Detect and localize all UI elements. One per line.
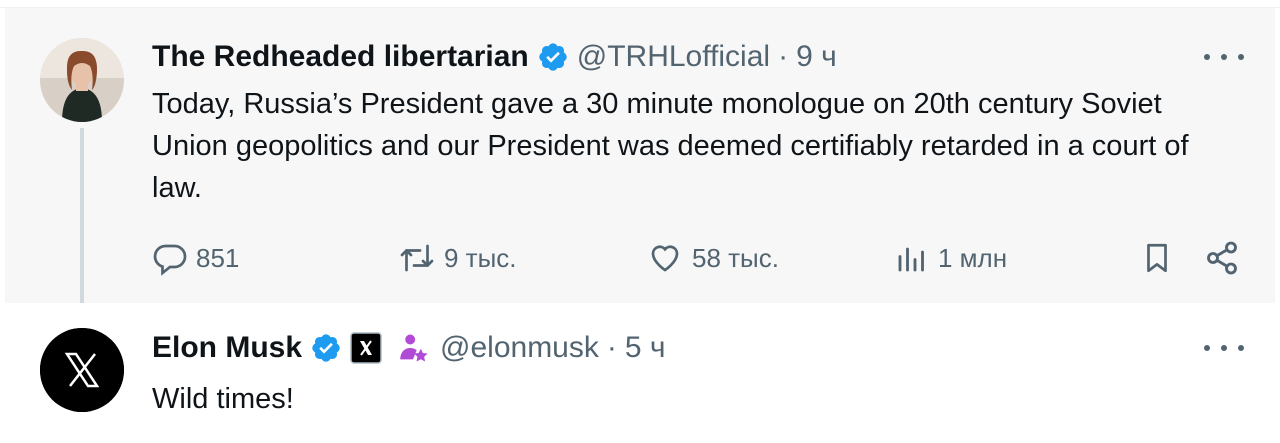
verified-badge-icon[interactable] — [537, 41, 569, 73]
more-options-icon[interactable] — [1204, 338, 1244, 358]
tweet-reply[interactable] — [5, 303, 1275, 443]
bookmark-icon — [1147, 243, 1167, 273]
avatar[interactable] — [40, 328, 124, 412]
share-icon — [1207, 241, 1237, 275]
reply-icon — [153, 244, 187, 276]
author-handle[interactable]: @elonmusk — [440, 331, 599, 365]
repost-count: 9 тыс. — [444, 242, 517, 273]
separator-dot: · — [606, 331, 617, 364]
tweet-text: Wild times! — [152, 383, 294, 415]
views-chart-icon — [898, 247, 924, 272]
reply-count: 851 — [196, 242, 240, 273]
tweet-header: Elon Musk @elonmusk · 5 ч — [152, 328, 666, 368]
share-button[interactable] — [1204, 236, 1240, 280]
views-count: 1 млн — [938, 242, 1008, 273]
views-button[interactable]: 1 млн — [894, 236, 1007, 280]
thread-connector-line — [80, 128, 84, 318]
timestamp[interactable]: 9 ч — [796, 40, 837, 74]
timestamp[interactable]: 5 ч — [625, 331, 666, 365]
government-affiliate-icon[interactable] — [396, 331, 430, 365]
repost-icon — [400, 244, 434, 272]
x-logo-icon — [40, 328, 124, 412]
bookmark-button[interactable] — [1140, 236, 1174, 280]
top-divider — [0, 0, 1280, 8]
heart-icon — [651, 245, 679, 272]
x-affiliate-badge-icon[interactable] — [350, 332, 382, 364]
more-options-icon[interactable] — [1204, 47, 1244, 67]
author-handle[interactable]: @TRHLofficial — [577, 40, 770, 74]
verified-badge-icon[interactable] — [310, 332, 342, 364]
avatar-photo-icon — [40, 38, 124, 122]
tweet-header: The Redheaded libertarian @TRHLofficial … — [152, 38, 837, 76]
avatar[interactable] — [40, 38, 124, 122]
author-name[interactable]: The Redheaded libertarian — [152, 40, 529, 74]
author-name[interactable]: Elon Musk — [152, 331, 302, 365]
like-button[interactable]: 58 тыс. — [646, 236, 779, 280]
repost-button[interactable]: 9 тыс. — [398, 236, 517, 280]
reply-button[interactable]: 851 — [152, 236, 239, 280]
tweet-text: Today, Russia’s President gave a 30 minu… — [152, 88, 1189, 204]
separator-dot: · — [778, 40, 789, 73]
like-count: 58 тыс. — [692, 242, 779, 273]
